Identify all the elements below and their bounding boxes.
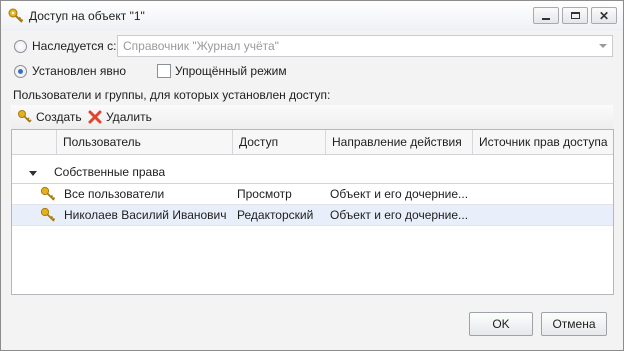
inherit-source-value: Справочник "Журнал учёта"	[123, 39, 279, 53]
grid-header: Пользователь Доступ Направление действия…	[12, 130, 613, 155]
cell-direction: Объект и его дочерние...	[330, 187, 469, 201]
key-icon	[8, 8, 24, 23]
maximize-icon	[570, 12, 580, 19]
close-icon: ✕	[598, 8, 610, 23]
explicit-radio[interactable]	[14, 65, 27, 78]
delete-button[interactable]: Удалить	[85, 108, 154, 126]
access-dialog: Доступ на объект "1" ✕ Наследуется с: Сп…	[0, 0, 624, 351]
minimize-button[interactable]	[533, 7, 559, 24]
inherit-source-combo[interactable]: Справочник "Журнал учёта"	[117, 35, 613, 57]
table-row[interactable]: Николаев Василий Иванович Редакторский О…	[12, 205, 613, 226]
window-title: Доступ на объект "1"	[29, 9, 145, 23]
title-bar: Доступ на объект "1" ✕	[1, 1, 623, 31]
key-add-icon	[18, 110, 32, 123]
chevron-down-icon[interactable]	[599, 44, 607, 48]
cell-access: Редакторский	[237, 208, 314, 222]
column-header-direction[interactable]: Направление действия	[326, 130, 473, 154]
simplified-mode-checkbox[interactable]	[157, 64, 171, 78]
column-header-access[interactable]: Доступ	[233, 130, 326, 154]
minimize-icon	[542, 17, 550, 20]
collapse-triangle-icon[interactable]	[29, 171, 37, 176]
group-row-own-rights[interactable]: Собственные права	[12, 162, 613, 184]
column-header-user[interactable]: Пользователь	[57, 130, 233, 154]
explicit-label: Установлен явно	[32, 64, 127, 78]
create-button[interactable]: Создать	[15, 108, 84, 126]
delete-icon	[88, 110, 102, 124]
column-header-source[interactable]: Источник прав доступа	[473, 130, 613, 154]
header-indicator-cell	[12, 130, 57, 154]
create-label: Создать	[36, 110, 82, 124]
key-icon	[40, 207, 56, 222]
maximize-button[interactable]	[562, 7, 588, 24]
delete-label: Удалить	[106, 110, 152, 124]
cell-user: Все пользователи	[64, 187, 165, 201]
inherit-label: Наследуется с:	[32, 39, 117, 53]
access-list-caption: Пользователи и группы, для которых устан…	[13, 88, 331, 102]
ok-button[interactable]: OK	[469, 312, 533, 336]
group-label: Собственные права	[54, 165, 166, 179]
cell-access: Просмотр	[237, 187, 292, 201]
access-toolbar: Создать Удалить	[11, 105, 613, 129]
close-button[interactable]: ✕	[591, 7, 617, 24]
cell-direction: Объект и его дочерние...	[330, 208, 469, 222]
simplified-mode-label: Упрощённый режим	[175, 64, 287, 78]
key-icon	[40, 186, 56, 201]
access-grid: Пользователь Доступ Направление действия…	[11, 129, 614, 295]
cell-user: Николаев Василий Иванович	[64, 208, 227, 222]
inherit-radio[interactable]	[14, 40, 27, 53]
table-row[interactable]: Все пользователи Просмотр Объект и его д…	[12, 184, 613, 205]
cancel-button[interactable]: Отмена	[541, 312, 607, 336]
